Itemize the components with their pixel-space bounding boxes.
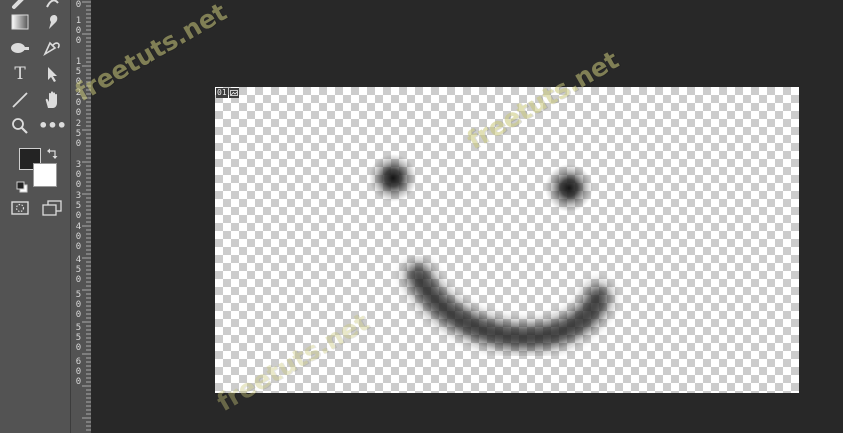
hand-tool[interactable] [39, 89, 65, 111]
ruler-label: 2 5 0 [75, 119, 82, 149]
background-color-swatch[interactable] [33, 163, 57, 187]
ruler-label: 5 0 [75, 0, 82, 10]
ruler-label: 3 0 0 [75, 160, 82, 190]
swap-colors-icon[interactable] [47, 144, 59, 163]
pen-tool[interactable] [39, 37, 65, 59]
dodge-tool[interactable] [7, 37, 33, 59]
image-slice-icon [228, 88, 239, 98]
ruler-label: 3 5 0 [75, 191, 82, 221]
ruler-label: 6 0 0 [75, 357, 82, 387]
type-tool[interactable]: T [7, 63, 33, 85]
line-tool[interactable] [7, 89, 33, 111]
screen-mode-button[interactable] [39, 197, 65, 219]
ruler-label: 5 0 0 [75, 290, 82, 320]
history-brush-icon [46, 0, 59, 8]
ruler-label: 1 0 0 [75, 16, 82, 46]
default-colors-icon[interactable] [16, 178, 28, 197]
smudge-icon [49, 15, 58, 29]
hand-icon [45, 91, 57, 108]
bandage-icon [12, 0, 24, 9]
slice-number: 01 [216, 88, 228, 98]
right-eye [545, 164, 593, 212]
slice-marker[interactable]: 01 [216, 88, 239, 98]
gradient-tool[interactable] [7, 11, 33, 33]
smudge-tool[interactable] [39, 11, 65, 33]
ruler-label: 4 5 0 [75, 255, 82, 285]
gradient-icon [11, 14, 29, 30]
watermark: freetuts.net [70, 0, 232, 108]
vertical-ruler[interactable]: 5 0 1 0 0 1 5 0 2 0 0 2 5 0 3 0 0 3 5 0 … [70, 0, 91, 433]
type-icon: T [14, 63, 26, 84]
pen-icon [43, 41, 60, 57]
path-selection-tool[interactable] [39, 63, 65, 85]
line-icon [12, 92, 28, 108]
screen-mode-icon [42, 200, 62, 216]
ruler-label: 4 0 0 [75, 222, 82, 252]
magnifier-icon [12, 118, 28, 134]
quick-mask-button[interactable] [7, 197, 33, 219]
ruler-label: 5 5 0 [75, 323, 82, 353]
smile-stroke [406, 263, 610, 350]
left-eye [369, 154, 417, 202]
more-tools-button[interactable]: ••• [38, 115, 67, 137]
tools-panel: T ••• [0, 0, 70, 433]
arrow-cursor-icon [48, 67, 57, 82]
ellipsis-icon: ••• [38, 116, 67, 135]
quick-mask-icon [11, 201, 29, 215]
zoom-tool[interactable] [7, 115, 33, 137]
dodge-icon [11, 43, 29, 53]
